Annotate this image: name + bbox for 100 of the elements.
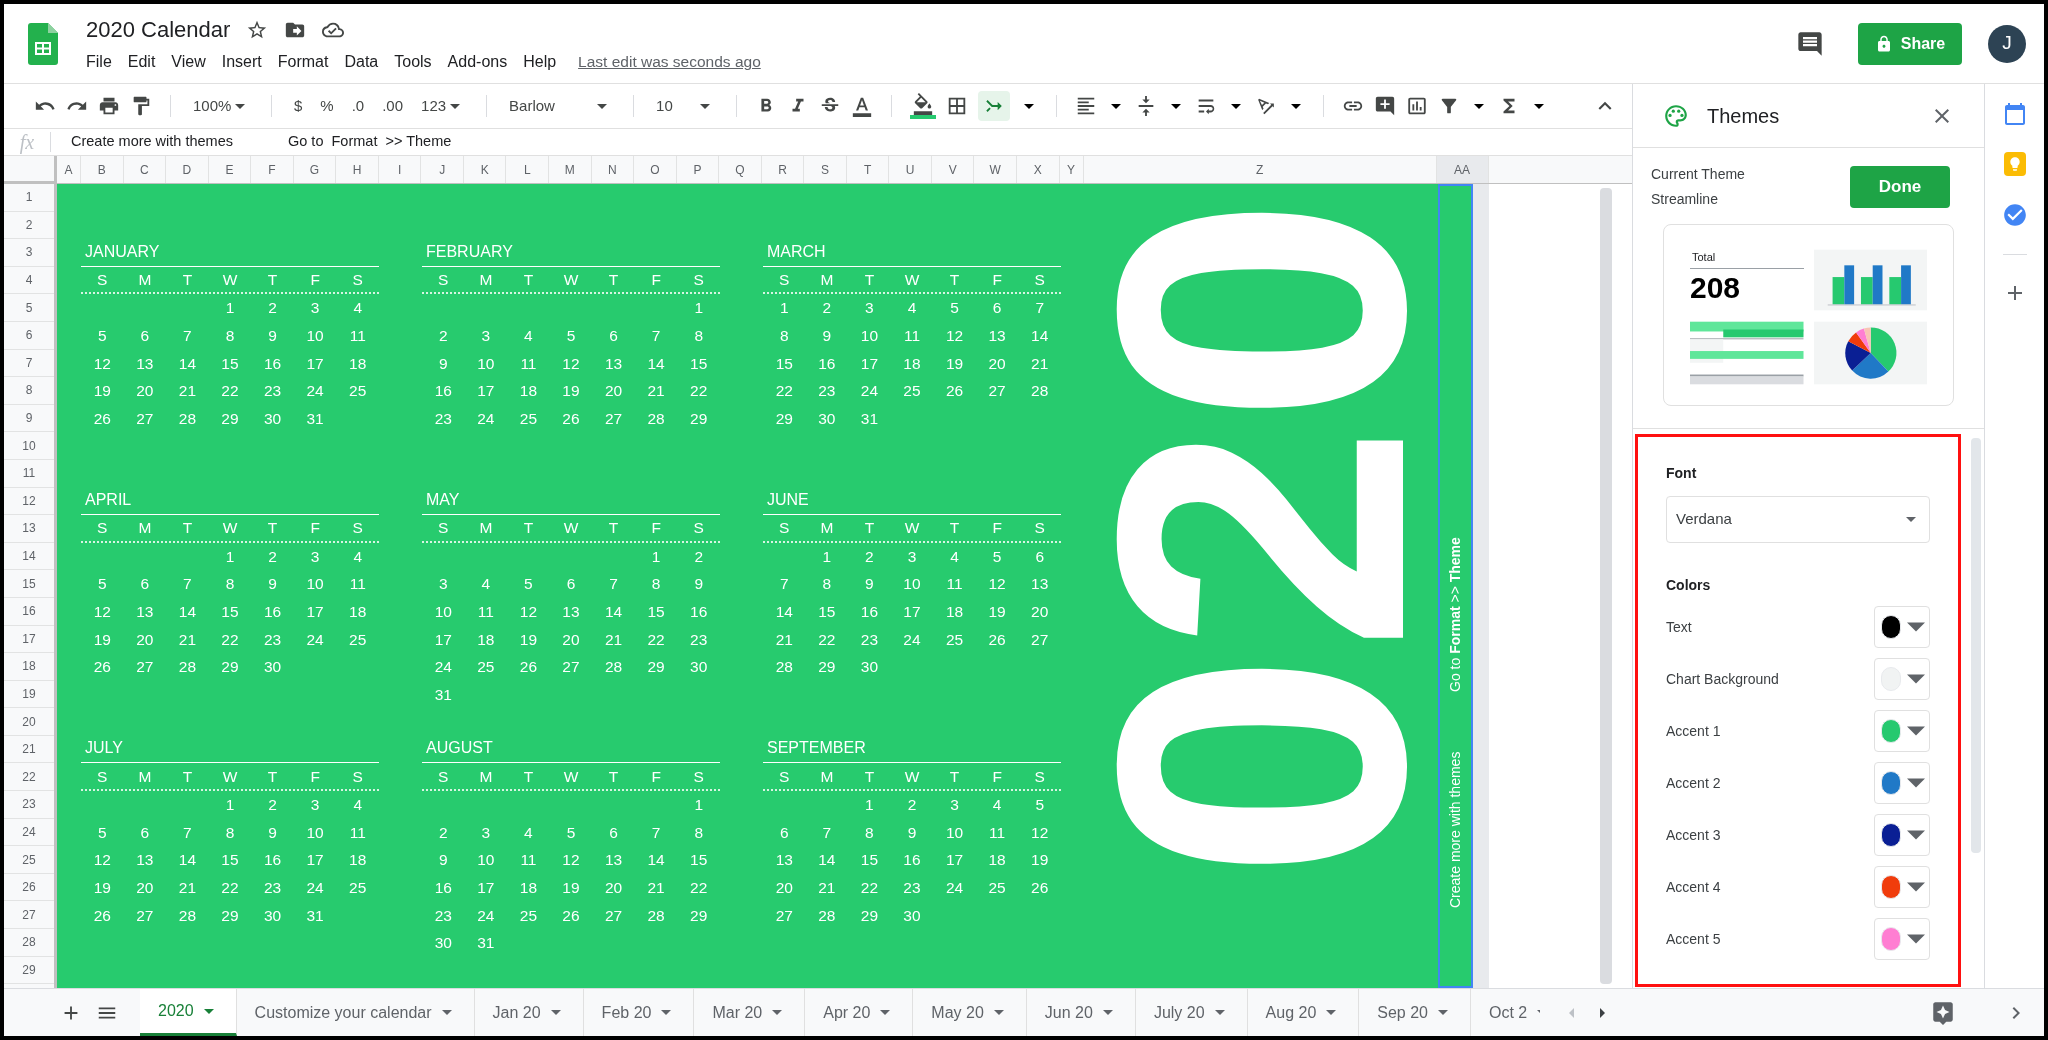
number-format-dropdown[interactable]: 123 <box>417 91 469 121</box>
menu-item[interactable]: Insert <box>213 50 270 74</box>
color-picker-button[interactable] <box>1874 762 1930 804</box>
row-number[interactable]: 10 <box>22 436 36 455</box>
column-letter[interactable]: T <box>863 160 872 179</box>
font-dropdown[interactable]: Barlow <box>505 91 616 121</box>
row-number[interactable]: 3 <box>25 243 33 262</box>
row-number[interactable]: 19 <box>22 685 36 703</box>
row-number[interactable]: 13 <box>22 519 36 538</box>
column-letter[interactable]: A <box>64 160 73 179</box>
menu-item[interactable]: Data <box>336 50 387 74</box>
currency-format-button[interactable]: $ <box>290 91 307 121</box>
row-number[interactable]: 29 <box>22 960 36 979</box>
row-number[interactable]: 11 <box>22 464 36 483</box>
column-letter[interactable]: N <box>608 160 617 179</box>
add-comment-icon[interactable] <box>1374 95 1397 117</box>
row-number[interactable]: 24 <box>22 822 36 841</box>
menu-item[interactable]: Tools <box>386 50 440 74</box>
row-number[interactable]: 23 <box>22 795 36 814</box>
sheet-tab[interactable]: Jan 20 <box>474 989 584 1036</box>
menu-item[interactable]: Add-ons <box>439 50 516 74</box>
row-number[interactable]: 14 <box>22 547 36 565</box>
column-letter[interactable]: C <box>140 160 149 179</box>
row-number[interactable]: 18 <box>22 657 36 676</box>
row-number[interactable]: 8 <box>25 381 33 400</box>
row-number[interactable]: 27 <box>22 905 36 924</box>
chart-icon[interactable] <box>1406 95 1429 117</box>
zoom-dropdown[interactable]: 100% <box>189 91 253 121</box>
calendar-icon[interactable] <box>2002 102 2027 126</box>
color-picker-button[interactable] <box>1874 658 1930 700</box>
row-number[interactable]: 20 <box>22 712 36 731</box>
column-letter[interactable]: K <box>480 160 489 179</box>
print-icon[interactable] <box>98 95 120 117</box>
sheet-tab[interactable]: Customize your calendar <box>236 989 475 1036</box>
column-letter[interactable]: Z <box>1255 160 1264 179</box>
font-select[interactable]: Verdana <box>1666 496 1930 543</box>
menu-item[interactable]: Edit <box>119 50 164 74</box>
menu-item[interactable]: View <box>163 50 214 74</box>
column-letter[interactable]: M <box>564 160 575 179</box>
row-number[interactable]: 22 <box>22 767 36 786</box>
row-number[interactable]: 26 <box>22 878 36 897</box>
document-title[interactable]: 2020 Calendar <box>86 13 231 46</box>
row-number[interactable]: 5 <box>25 298 33 317</box>
sheet-tab[interactable]: Apr 20 <box>805 989 914 1036</box>
column-letter[interactable]: U <box>905 160 915 179</box>
decrease-decimals-button[interactable]: .0 <box>347 91 369 121</box>
done-button[interactable]: Done <box>1850 166 1950 208</box>
scrollbar[interactable] <box>1971 438 1981 853</box>
comment-icon[interactable] <box>1796 29 1824 58</box>
last-edit-link[interactable]: Last edit was seconds ago <box>578 50 761 74</box>
color-picker-button[interactable] <box>1874 710 1930 752</box>
row-number[interactable]: 21 <box>22 740 36 759</box>
explore-icon[interactable] <box>1930 999 1956 1026</box>
sheet-tab[interactable]: Sep 20 <box>1359 989 1471 1036</box>
column-letter[interactable]: P <box>693 160 702 179</box>
column-letter[interactable]: L <box>523 160 531 179</box>
text-color-icon[interactable] <box>851 95 874 117</box>
column-letter[interactable]: D <box>182 160 192 179</box>
column-letter[interactable]: Q <box>735 160 745 179</box>
column-letter[interactable]: W <box>989 160 1001 179</box>
row-number[interactable]: 25 <box>22 850 36 869</box>
increase-decimals-button[interactable]: .00 <box>378 91 408 121</box>
row-number[interactable]: 4 <box>25 271 33 290</box>
sheet-tab[interactable]: Aug 20 <box>1247 989 1360 1036</box>
column-letter[interactable]: I <box>397 160 402 179</box>
column-letter[interactable]: X <box>1033 160 1042 179</box>
column-letter[interactable]: E <box>225 160 234 179</box>
column-letter[interactable]: F <box>268 160 276 179</box>
menu-item[interactable]: Format <box>269 50 337 74</box>
scrollbar[interactable] <box>1600 188 1612 984</box>
sheet-tab[interactable]: Oct 2 <box>1471 989 1540 1036</box>
share-button[interactable]: Share <box>1858 22 1962 65</box>
row-number[interactable]: 1 <box>25 188 33 207</box>
column-letter[interactable]: Y <box>1067 160 1076 179</box>
row-number[interactable]: 28 <box>22 933 36 952</box>
column-letter[interactable]: O <box>650 160 660 179</box>
column-letter[interactable]: G <box>309 160 320 179</box>
row-number[interactable]: 16 <box>22 602 36 621</box>
color-picker-button[interactable] <box>1874 606 1930 648</box>
row-number[interactable]: 6 <box>25 326 33 345</box>
sheet-tab[interactable]: July 20 <box>1135 989 1248 1036</box>
color-picker-button[interactable] <box>1874 866 1930 908</box>
sheet-tab[interactable]: Mar 20 <box>694 989 806 1036</box>
avatar[interactable]: J <box>1988 24 2026 63</box>
sheet-tab[interactable]: May 20 <box>913 989 1027 1036</box>
sheet-tab[interactable]: Jun 20 <box>1026 989 1136 1036</box>
sheets-logo-icon[interactable] <box>28 22 58 65</box>
row-number[interactable]: 12 <box>22 491 36 510</box>
row-number[interactable]: 9 <box>25 409 33 428</box>
column-letter[interactable]: S <box>821 160 830 179</box>
color-picker-button[interactable] <box>1874 918 1930 960</box>
fill-color-icon[interactable] <box>912 93 935 115</box>
column-letter[interactable]: J <box>439 160 446 179</box>
menu-item[interactable]: Help <box>515 50 565 74</box>
row-number[interactable]: 2 <box>25 215 33 234</box>
percent-format-button[interactable]: % <box>316 91 338 121</box>
sheet-tab[interactable]: Feb 20 <box>583 989 695 1036</box>
row-number[interactable]: 7 <box>25 353 33 372</box>
merge-cells-button[interactable] <box>978 91 1011 121</box>
row-number[interactable]: 15 <box>22 574 36 593</box>
